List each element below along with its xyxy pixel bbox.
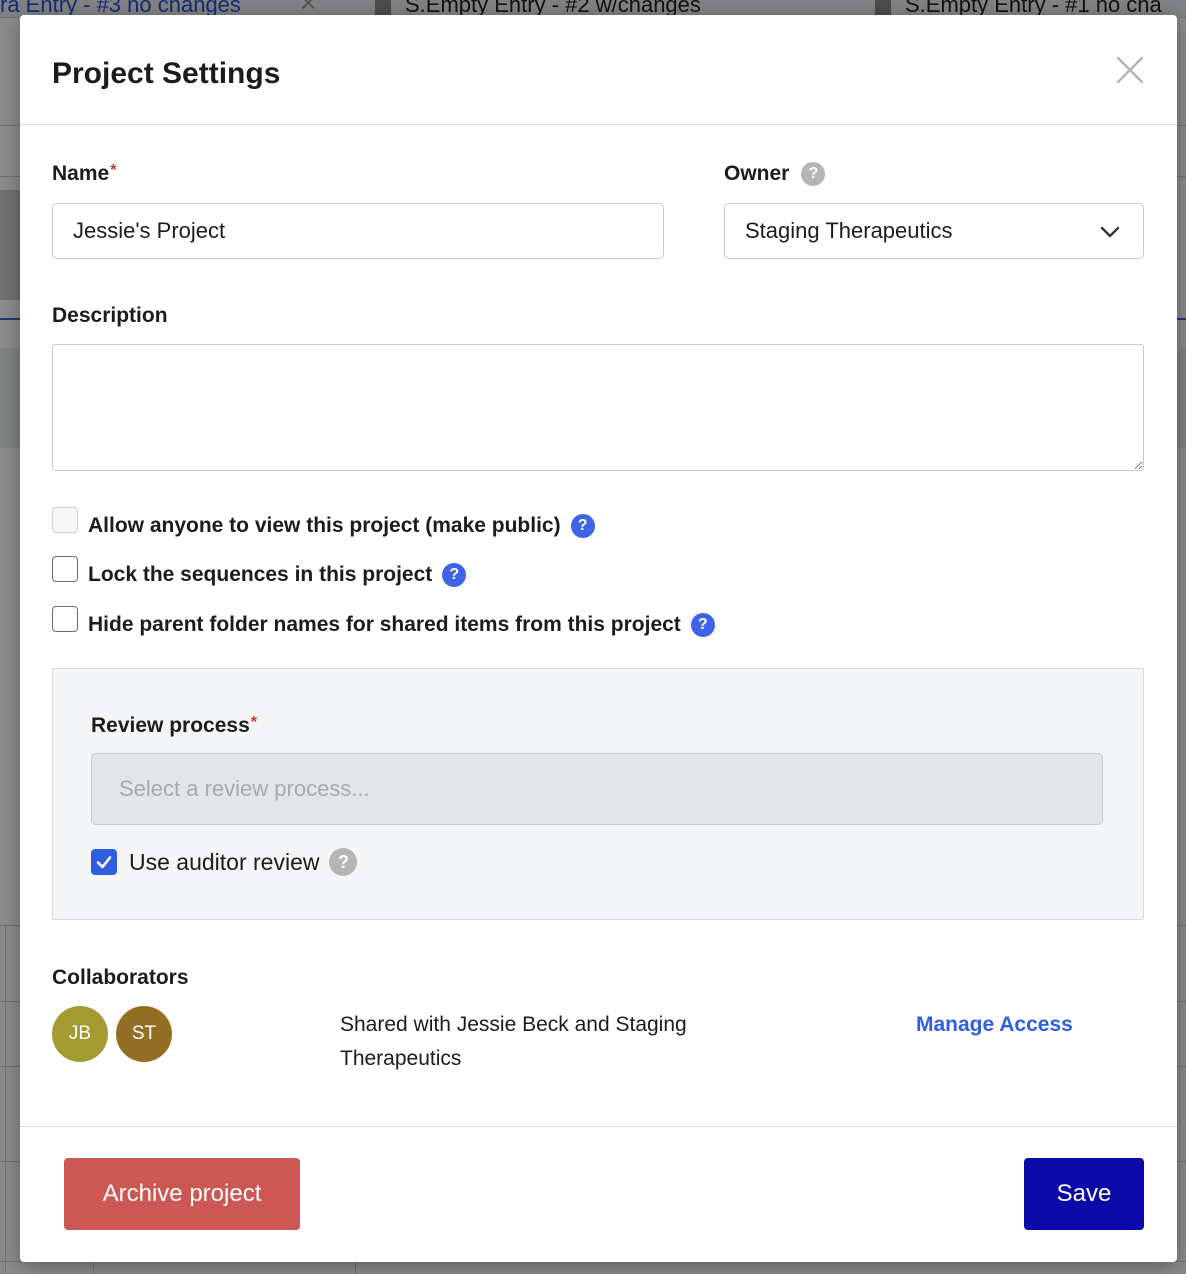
help-icon[interactable]: ?: [690, 613, 715, 637]
make-public-checkbox: [52, 507, 78, 533]
dialog-title: Project Settings: [52, 57, 281, 90]
close-button[interactable]: [1113, 53, 1147, 87]
make-public-label: Allow anyone to view this project (make …: [88, 514, 561, 537]
auditor-review-checkbox[interactable]: [91, 849, 117, 875]
auditor-review-label[interactable]: Use auditor review: [129, 849, 319, 876]
name-input[interactable]: Jessie's Project: [52, 203, 664, 259]
hide-folder-names-checkbox[interactable]: [52, 606, 78, 632]
description-textarea[interactable]: [52, 344, 1144, 471]
close-icon: [1116, 56, 1144, 84]
owner-select[interactable]: Staging Therapeutics: [724, 203, 1144, 259]
required-mark: *: [250, 714, 257, 731]
hide-folder-names-label[interactable]: Hide parent folder names for shared item…: [88, 613, 681, 637]
dialog-header: Project Settings: [20, 15, 1177, 125]
help-icon[interactable]: ?: [570, 514, 595, 538]
help-icon[interactable]: ?: [442, 563, 467, 587]
review-process-select[interactable]: Select a review process...: [91, 753, 1103, 825]
avatar: ST: [116, 1006, 172, 1062]
owner-select-value: Staging Therapeutics: [745, 218, 953, 243]
review-panel: Review process* Select a review process.…: [52, 668, 1144, 920]
save-button[interactable]: Save: [1024, 1158, 1144, 1230]
manage-access-link[interactable]: Manage Access: [916, 1013, 1073, 1037]
owner-label-text: Owner: [724, 162, 790, 185]
archive-project-button[interactable]: Archive project: [64, 1158, 300, 1230]
help-icon[interactable]: ?: [329, 848, 358, 876]
footer-divider: [20, 1126, 1177, 1127]
chevron-down-icon: [1099, 221, 1121, 243]
checkmark-icon: [96, 856, 112, 869]
name-label: Name*: [52, 162, 116, 186]
hide-folder-names-option: Hide parent folder names for shared item…: [52, 606, 715, 640]
required-mark: *: [110, 162, 117, 179]
lock-sequences-option: Lock the sequences in this project ?: [52, 556, 467, 590]
name-label-text: Name: [52, 162, 110, 185]
avatar: JB: [52, 1006, 108, 1062]
review-process-label: Review process*: [91, 714, 257, 738]
review-process-label-text: Review process: [91, 714, 250, 737]
collaborators-label: Collaborators: [52, 966, 189, 989]
lock-sequences-label[interactable]: Lock the sequences in this project: [88, 563, 432, 587]
lock-sequences-checkbox[interactable]: [52, 556, 78, 582]
owner-label: Owner ?: [724, 162, 826, 186]
make-public-option: Allow anyone to view this project (make …: [52, 507, 595, 541]
auditor-review-option: Use auditor review ?: [91, 847, 358, 877]
help-icon[interactable]: ?: [801, 162, 826, 186]
project-settings-dialog: Project Settings Name* Jessie's Project …: [20, 15, 1177, 1262]
description-label: Description: [52, 304, 168, 327]
shared-with-text: Shared with Jessie Beck and Staging Ther…: [340, 1013, 687, 1070]
